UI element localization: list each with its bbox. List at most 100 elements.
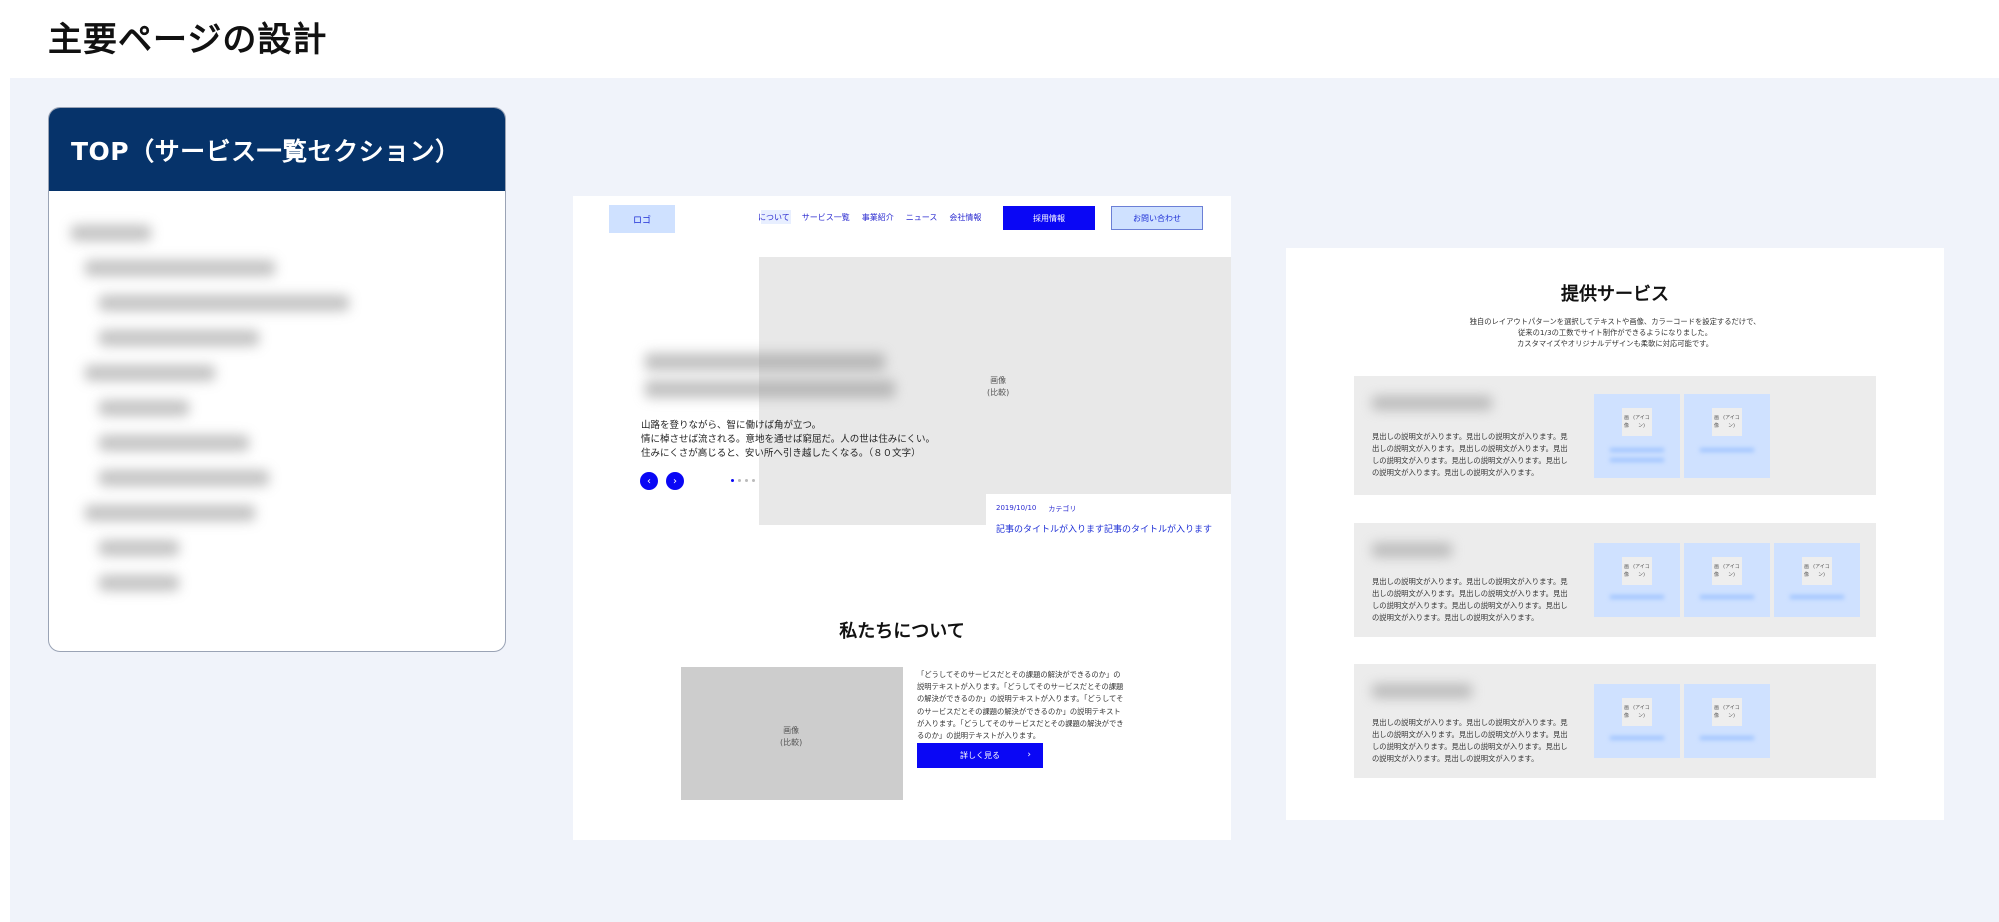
prev-slide-button[interactable]: ‹ [640,472,658,490]
thumb-label: 画像 [1623,415,1629,429]
image-sublabel: (比較) [987,388,1010,397]
about-text: 「どうしてそのサービスだとその課題の解決ができるのか」の説明テキストが入ります。… [917,670,1124,741]
service-card[interactable]: 画像 (アイコン) [1594,394,1680,478]
about-heading: 私たちについて [839,621,965,642]
design-canvas: TOP（サービス一覧セクション） ロゴ について サービス一覧 事業紹介 ニュー… [10,78,1999,922]
thumb-label: 画像 [1713,705,1719,719]
sitemap-card: TOP（サービス一覧セクション） [48,107,506,652]
service-block: 見出しの説明文が入ります。見出しの説明文が入ります。見出しの説明文が入ります。見… [1354,664,1876,778]
card-caption-blurred [1700,595,1754,599]
service-card[interactable]: 画像 (アイコン) [1684,543,1770,617]
news-meta: 2019/10/10 カテゴリ [996,504,1221,514]
next-slide-button[interactable]: › [666,472,684,490]
news-date: 2019/10/10 [996,504,1037,512]
service-block: 見出しの説明文が入ります。見出しの説明文が入ります。見出しの説明文が入ります。見… [1354,523,1876,637]
sitemap-item-blurred [85,364,215,381]
thumb-sublabel: (アイコン) [1633,705,1650,719]
sitemap-item-blurred [71,224,151,241]
services-description-line: 従来の1/3の工数でサイト制作ができるようになりました。 [1517,328,1713,337]
news-title[interactable]: 記事のタイトルが入ります記事のタイトルが入ります [996,522,1221,535]
sitemap-item [71,355,505,390]
logo[interactable]: ロゴ [609,205,675,233]
thumb-label: 画像 [1803,564,1809,578]
sitemap-list [49,191,505,600]
thumb-sublabel: (アイコン) [1813,564,1830,578]
detail-button[interactable]: 詳しく見る › [917,743,1043,768]
service-card[interactable]: 画像 (アイコン) [1774,543,1860,617]
detail-button-label: 詳しく見る [960,751,1000,760]
image-label: 画像 [990,376,1007,385]
card-caption-blurred [1610,736,1664,740]
service-thumb: 画像 (アイコン) [1802,557,1832,585]
card-caption-blurred [1610,448,1664,452]
sitemap-item-blurred [85,504,255,521]
hero-image-label: 画像 (比較) [987,375,1009,399]
sitemap-item [71,460,505,495]
service-card[interactable]: 画像 (アイコン) [1594,543,1680,617]
sitemap-item [71,250,505,285]
chevron-right-icon: › [1027,750,1031,760]
about-image-label: 画像 (比較) [780,725,802,749]
hero-copy: 山路を登りながら、智に働けば角が立つ。 情に棹させば流される。意地を通せば窮屈だ… [641,419,941,461]
nav-link-news[interactable]: ニュース [906,212,938,223]
thumb-label: 画像 [1623,705,1629,719]
sitemap-card-title: TOP（サービス一覧セクション） [49,108,505,191]
sitemap-item [71,565,505,600]
nav-link-company[interactable]: 会社情報 [949,212,981,223]
hero-copy-line: 山路を登りながら、智に働けば角が立つ。 [641,420,822,431]
slide-dot[interactable] [731,479,734,482]
sitemap-item [71,285,505,320]
slide-dot[interactable] [738,479,741,482]
top-page-wireframe: ロゴ について サービス一覧 事業紹介 ニュース 会社情報 採用情報 お問い合わ… [573,196,1231,840]
services-description-line: カスタマイズやオリジナルデザインも柔軟に対応可能です。 [1516,339,1714,348]
service-thumb: 画像 (アイコン) [1622,557,1652,585]
thumb-label: 画像 [1713,415,1719,429]
service-thumb: 画像 (アイコン) [1712,557,1742,585]
thumb-label: 画像 [1713,564,1719,578]
service-card[interactable]: 画像 (アイコン) [1684,394,1770,478]
nav-links: について サービス一覧 事業紹介 ニュース 会社情報 [758,212,981,223]
nav-link-about[interactable]: について [758,212,790,223]
sitemap-item [71,530,505,565]
thumb-label: 画像 [1623,564,1629,578]
service-title-blurred [1372,543,1452,557]
service-card[interactable]: 画像 (アイコン) [1594,684,1680,758]
sitemap-item [71,215,505,250]
sitemap-item-blurred [99,539,179,556]
about-image-placeholder: 画像 (比較) [681,667,903,800]
hero-copy-line: 住みにくさが高じると、安い所へ引き越したくなる。（８０文字） [641,448,921,459]
image-sublabel: (比較) [780,738,803,747]
hero-copy-line: 情に棹させば流される。意地を通せば窮屈だ。人の世は住みにくい。 [641,434,936,445]
thumb-sublabel: (アイコン) [1723,564,1740,578]
service-text: 見出しの説明文が入ります。見出しの説明文が入ります。見出しの説明文が入ります。見… [1372,577,1568,622]
slide-dot[interactable] [752,479,755,482]
sitemap-item-blurred [99,399,189,416]
card-caption-blurred [1700,736,1754,740]
card-caption-blurred [1790,595,1844,599]
recruit-button[interactable]: 採用情報 [1003,206,1095,230]
news-card[interactable]: 2019/10/10 カテゴリ 記事のタイトルが入ります記事のタイトルが入ります [986,494,1231,550]
service-text: 見出しの説明文が入ります。見出しの説明文が入ります。見出しの説明文が入ります。見… [1372,718,1568,763]
sitemap-item [71,390,505,425]
service-title-blurred [1372,684,1472,698]
service-thumb: 画像 (アイコン) [1712,698,1742,726]
news-category: カテゴリ [1048,505,1077,513]
hero-title-blurred-line2 [645,380,895,398]
service-block: 見出しの説明文が入ります。見出しの説明文が入ります。見出しの説明文が入ります。見… [1354,376,1876,495]
sitemap-item-blurred [99,469,269,486]
thumb-sublabel: (アイコン) [1723,705,1740,719]
nav-link-services[interactable]: サービス一覧 [802,212,850,223]
sitemap-item-blurred [99,574,179,591]
slide-dot[interactable] [745,479,748,482]
header-nav: ロゴ について サービス一覧 事業紹介 ニュース 会社情報 採用情報 お問い合わ… [573,196,1231,240]
service-card[interactable]: 画像 (アイコン) [1684,684,1770,758]
service-text: 見出しの説明文が入ります。見出しの説明文が入ります。見出しの説明文が入ります。見… [1372,432,1568,477]
services-description: 独自のレイアウトパターンを選択してテキストや画像、カラーコードを設定するだけで、… [1286,316,1944,349]
nav-link-business[interactable]: 事業紹介 [862,212,894,223]
contact-button[interactable]: お問い合わせ [1111,206,1203,230]
sitemap-item-blurred [99,329,259,346]
page-heading: 主要ページの設計 [48,20,328,60]
hero-title-blurred [645,353,885,371]
sitemap-item-blurred [85,259,275,276]
services-wireframe: 提供サービス 独自のレイアウトパターンを選択してテキストや画像、カラーコードを設… [1286,248,1944,820]
